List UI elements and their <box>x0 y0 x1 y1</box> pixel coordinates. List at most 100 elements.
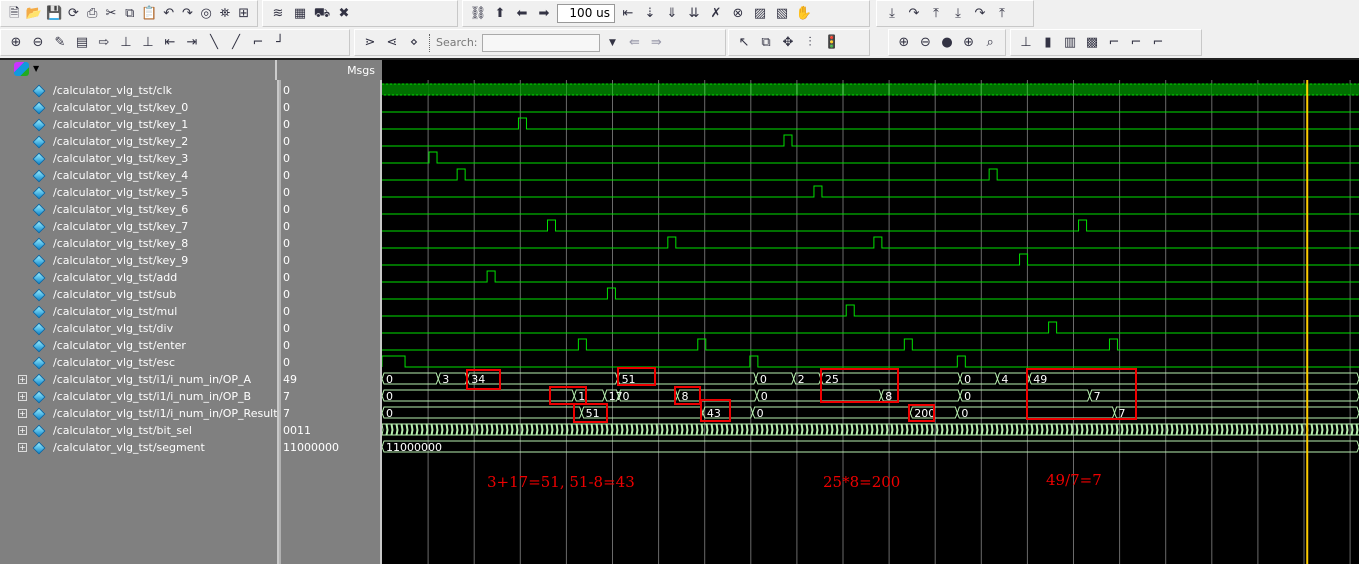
continue-icon[interactable]: ⇓ <box>663 5 681 23</box>
step-over-all-icon[interactable]: ↷ <box>971 5 989 23</box>
redo-icon[interactable]: ↷ <box>180 5 195 23</box>
wave-step2-icon[interactable]: ⌐ <box>1127 34 1145 52</box>
signal-row[interactable]: /calculator_vlg_tst/key_6 <box>0 201 188 218</box>
signal-row[interactable]: /calculator_vlg_tst/add <box>0 269 177 286</box>
next-edge-icon[interactable]: ⇥ <box>183 34 201 52</box>
find-icon[interactable]: ◎ <box>199 5 214 23</box>
expand-toggle-icon[interactable]: + <box>18 392 27 401</box>
step-out-icon[interactable]: ⤒ <box>927 5 945 23</box>
wave-event-icon[interactable]: ▥ <box>1061 34 1079 52</box>
step-into-icon[interactable]: ⤓ <box>883 5 901 23</box>
signal-row[interactable]: + /calculator_vlg_tst/i1/i_num_in/OP_Resu… <box>0 405 278 422</box>
hand-icon[interactable]: ✋ <box>795 5 813 23</box>
wave-step3-icon[interactable]: ⌐ <box>1149 34 1167 52</box>
signal-row[interactable]: /calculator_vlg_tst/div <box>0 320 173 337</box>
wave-pattern-icon[interactable]: ▩ <box>1083 34 1101 52</box>
expand-toggle-icon[interactable]: + <box>18 426 27 435</box>
remove-wave-icon[interactable]: ⊖ <box>29 34 47 52</box>
forward-arrow-icon[interactable]: ➡ <box>535 5 553 23</box>
export-icon[interactable]: ⇨ <box>95 34 113 52</box>
edit-wave-icon[interactable]: ✎ <box>51 34 69 52</box>
run-all-icon[interactable]: ⇊ <box>685 5 703 23</box>
step-into-all-icon[interactable]: ⤓ <box>949 5 967 23</box>
zoom-region-icon[interactable]: ⌕ <box>981 34 999 52</box>
delete-cursor-icon[interactable]: ⊥ <box>139 34 157 52</box>
signal-row[interactable]: /calculator_vlg_tst/esc <box>0 354 175 371</box>
search-next-icon[interactable]: ⇛ <box>648 34 666 52</box>
hierarchy-icon[interactable]: ⊞ <box>236 5 251 23</box>
save-format-icon[interactable]: ▤ <box>73 34 91 52</box>
undo-icon[interactable]: ↶ <box>161 5 176 23</box>
wave-literal-icon[interactable]: ⊥ <box>1017 34 1035 52</box>
up-arrow-icon[interactable]: ⬆ <box>491 5 509 23</box>
add-objects-icon[interactable] <box>14 62 29 76</box>
zoom-in-icon[interactable]: ⊕ <box>895 34 913 52</box>
pan-mode-icon[interactable]: ✥ <box>779 34 797 52</box>
signal-row[interactable]: /calculator_vlg_tst/sub <box>0 286 176 303</box>
layers-icon[interactable]: ≋ <box>269 5 287 23</box>
cart-icon[interactable]: ⛟ <box>313 5 331 23</box>
signal-row[interactable]: /calculator_vlg_tst/key_8 <box>0 235 188 252</box>
run-icon[interactable]: ⇣ <box>641 5 659 23</box>
memory-icon[interactable]: ▦ <box>291 5 309 23</box>
delete-icon[interactable]: ✖ <box>335 5 353 23</box>
signal-row[interactable]: /calculator_vlg_tst/key_2 <box>0 133 188 150</box>
wave-logic-icon[interactable]: ▮ <box>1039 34 1057 52</box>
edge-both-icon[interactable]: ┘ <box>271 34 289 52</box>
signal-row[interactable]: /calculator_vlg_tst/key_3 <box>0 150 188 167</box>
run-length-input[interactable]: 100 us <box>557 4 615 23</box>
waveform-canvas[interactable]: 0 3 34 51 0 2 25 0 4 490 1 17 0 8 0 8 0 70 51 43 0 200 0 711000… <box>382 80 1359 564</box>
zoom-mode-icon[interactable]: ⧉ <box>757 34 775 52</box>
signal-row[interactable]: /calculator_vlg_tst/clk <box>0 82 172 99</box>
expand-toggle-icon[interactable]: + <box>18 409 27 418</box>
signal-row[interactable]: /calculator_vlg_tst/key_7 <box>0 218 188 235</box>
new-file-icon[interactable]: 🗎 <box>7 5 22 23</box>
binoculars-icon[interactable]: ⛯ <box>218 5 233 23</box>
step-over-icon[interactable]: ↷ <box>905 5 923 23</box>
print-icon[interactable]: ⎙ <box>85 5 100 23</box>
dropdown-arrow-icon[interactable]: ▼ <box>33 64 39 73</box>
wave-compare2-icon[interactable]: ▧ <box>773 5 791 23</box>
signal-row[interactable]: + /calculator_vlg_tst/i1/i_num_in/OP_B <box>0 388 251 405</box>
prev-edge-icon[interactable]: ⇤ <box>161 34 179 52</box>
signal-row[interactable]: + /calculator_vlg_tst/bit_sel <box>0 422 192 439</box>
search-prev-icon[interactable]: ⇚ <box>626 34 644 52</box>
zoom-cursor-icon[interactable]: ⊕ <box>960 34 978 52</box>
open-icon[interactable]: 📂 <box>26 5 42 23</box>
add-wave-icon[interactable]: ⊕ <box>7 34 25 52</box>
zoom-full-icon[interactable]: ● <box>938 34 956 52</box>
copy-icon[interactable]: ⧉ <box>122 5 137 23</box>
zoom-out-icon[interactable]: ⊖ <box>917 34 935 52</box>
wave-compare-icon[interactable]: ▨ <box>751 5 769 23</box>
search-input[interactable] <box>481 33 600 52</box>
expand-toggle-icon[interactable]: + <box>18 375 27 384</box>
edge-rising-icon[interactable]: ╱ <box>227 34 245 52</box>
cut-icon[interactable]: ✂ <box>104 5 119 23</box>
expand-toggle-icon[interactable]: + <box>18 443 27 452</box>
traffic-light-icon[interactable]: 🚦 <box>823 34 841 52</box>
search-dropdown-icon[interactable]: ▼ <box>604 34 622 52</box>
edge-falling-icon[interactable]: ╲ <box>205 34 223 52</box>
step-out-all-icon[interactable]: ⤒ <box>993 5 1011 23</box>
select-mode-icon[interactable]: ↖ <box>735 34 753 52</box>
wave-step1-icon[interactable]: ⌐ <box>1105 34 1123 52</box>
signal-row[interactable]: + /calculator_vlg_tst/segment <box>0 439 205 456</box>
signal-row[interactable]: /calculator_vlg_tst/key_4 <box>0 167 188 184</box>
signal-row[interactable]: /calculator_vlg_tst/key_5 <box>0 184 188 201</box>
collapse-icon[interactable]: ⋗ <box>361 34 379 52</box>
signal-row[interactable]: /calculator_vlg_tst/enter <box>0 337 186 354</box>
wave-pane[interactable]: 0 3 34 51 0 2 25 0 4 49 0 1 17 0 8 0 8 0 7 0 51 43 0 200 0 7 11000… <box>382 80 1359 564</box>
signal-row[interactable]: /calculator_vlg_tst/key_9 <box>0 252 188 269</box>
signal-row[interactable]: /calculator_vlg_tst/key_0 <box>0 99 188 116</box>
reload-icon[interactable]: ⟳ <box>66 5 81 23</box>
restart-icon[interactable]: ⇤ <box>619 5 637 23</box>
signal-row[interactable]: /calculator_vlg_tst/mul <box>0 303 177 320</box>
expand-icon[interactable]: ⋖ <box>383 34 401 52</box>
expression-icon[interactable]: ⋄ <box>405 34 423 52</box>
signal-row[interactable]: + /calculator_vlg_tst/i1/i_num_in/OP_A <box>0 371 251 388</box>
edge-any-icon[interactable]: ⌐ <box>249 34 267 52</box>
save-icon[interactable]: 💾 <box>46 5 62 23</box>
break-icon[interactable]: ✗ <box>707 5 725 23</box>
insert-cursor-icon[interactable]: ⊥ <box>117 34 135 52</box>
link-icon[interactable]: ⛓ <box>469 5 487 23</box>
